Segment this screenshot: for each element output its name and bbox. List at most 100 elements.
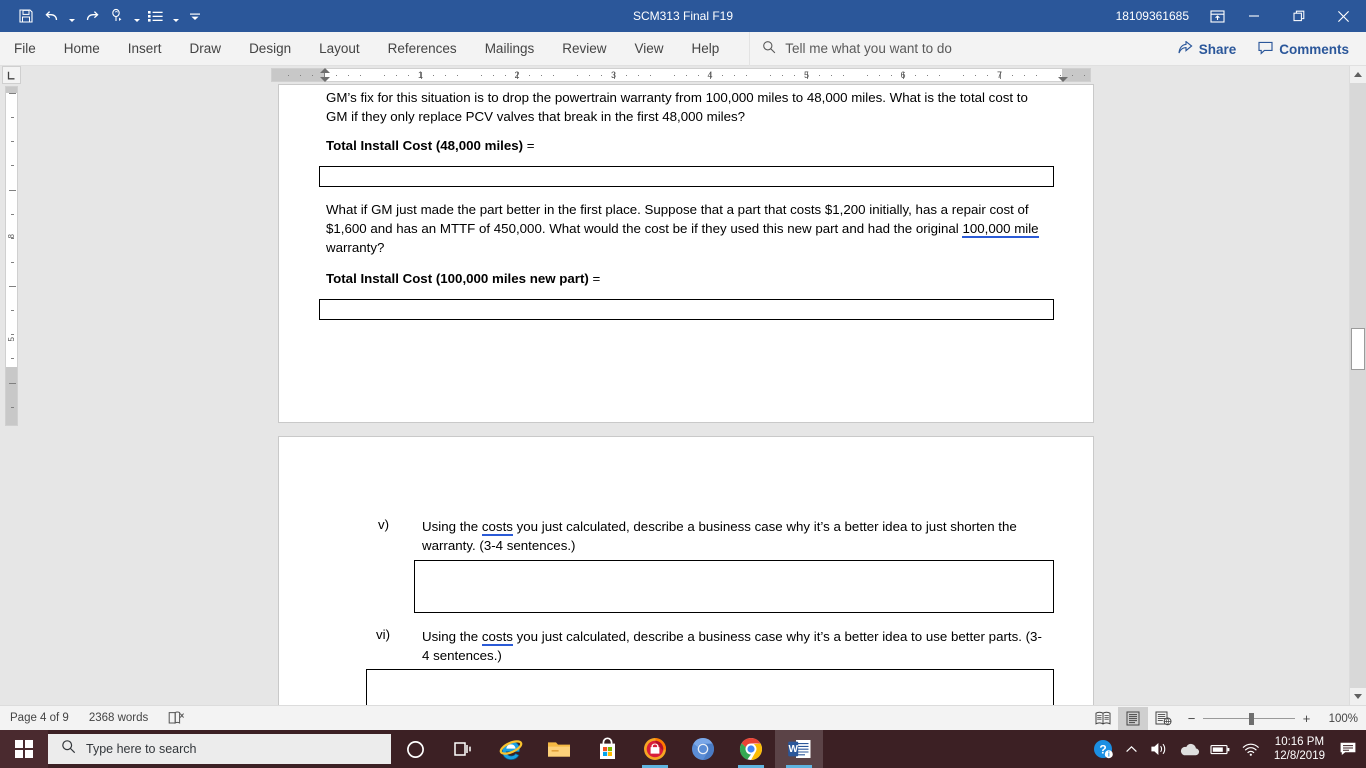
ruler-tick-minor [384,75,386,76]
right-indent-marker[interactable] [1058,77,1068,82]
cortana-icon[interactable] [391,730,439,768]
svg-text:W: W [788,744,798,755]
ruler-tick-minor [529,75,531,76]
ruler-tick-minor [890,75,892,76]
answer-box-48000-miles[interactable] [319,166,1054,187]
hanging-indent-marker[interactable] [320,77,330,82]
redo-button[interactable] [79,3,103,29]
wifi-icon[interactable] [1236,730,1265,768]
tab-references[interactable]: References [374,32,471,66]
bullets-button[interactable] [144,3,168,29]
answer-box-100000-miles-new-part[interactable] [319,299,1054,320]
google-chrome-icon[interactable] [727,730,775,768]
get-help-icon[interactable]: ? i [1087,730,1119,768]
comments-label: Comments [1279,41,1349,57]
tab-mailings[interactable]: Mailings [471,32,549,66]
microsoft-store-icon[interactable] [583,730,631,768]
scrollbar-track[interactable] [1350,83,1366,688]
comments-button[interactable]: Comments [1249,37,1358,61]
taskbar-clock[interactable]: 10:16 PM 12/8/2019 [1265,730,1334,768]
notifications-icon[interactable] [1334,730,1362,768]
taskbar-search-box[interactable]: Type here to search [48,734,391,764]
ribbon-display-options-icon[interactable] [1203,0,1231,32]
ruler-tick-minor [432,75,434,76]
onedrive-icon[interactable] [1174,730,1205,768]
tab-help[interactable]: Help [678,32,734,66]
ruler-number-3: 3 [610,70,617,80]
tab-design[interactable]: Design [235,32,305,66]
scroll-up-arrow-icon[interactable] [1350,66,1366,83]
save-button[interactable] [14,3,38,29]
read-mode-button[interactable] [1088,707,1118,730]
undo-dropdown-arrow[interactable] [66,3,77,29]
vertical-ruler-tick-minor [11,261,14,263]
zoom-level-label[interactable]: 100% [1324,713,1358,725]
word-count-status[interactable]: 2368 words [79,712,158,724]
volume-icon[interactable] [1145,730,1174,768]
horizontal-ruler[interactable]: 1 2 3 4 5 6 7 [271,68,1091,82]
ruler-tick-minor [625,75,627,76]
ruler-tick-minor [963,75,965,76]
minimize-button[interactable] [1231,0,1276,32]
question-vi-b: you just calculated, describe a business… [422,629,1042,663]
ruler-tick-minor [360,75,362,76]
web-layout-button[interactable] [1148,707,1178,730]
touch-mouse-mode-dropdown-arrow[interactable] [131,3,142,29]
document-page-4[interactable]: GM’s fix for this situation is to drop t… [278,84,1094,423]
ribbon-tab-bar: File Home Insert Draw Design Layout Refe… [0,31,1366,66]
tell-me-search[interactable]: Tell me what you want to do [749,31,952,66]
scrollbar-thumb[interactable] [1351,328,1365,370]
tab-file[interactable]: File [0,32,50,66]
chromium-icon[interactable] [679,730,727,768]
document-page-5[interactable]: v) Using the costs you just calculated, … [278,436,1094,705]
tab-home[interactable]: Home [50,32,114,66]
restore-button[interactable] [1276,0,1321,32]
internet-explorer-icon[interactable] [487,730,535,768]
tab-layout[interactable]: Layout [305,32,374,66]
page-number-status[interactable]: Page 4 of 9 [0,712,79,724]
tab-review[interactable]: Review [548,32,620,66]
customize-quick-access-toolbar-button[interactable] [183,3,207,29]
close-button[interactable] [1321,0,1366,32]
tab-insert[interactable]: Insert [114,32,176,66]
list-marker-vi: vi) [376,627,391,642]
tab-stop-selector-button[interactable] [2,66,21,84]
undo-button[interactable] [40,3,64,29]
zoom-in-button[interactable]: + [1301,711,1312,726]
tab-view[interactable]: View [620,32,677,66]
ruler-tick-minor [553,75,555,76]
word-icon[interactable]: W [775,730,823,768]
tab-draw[interactable]: Draw [176,32,236,66]
touch-mouse-mode-button[interactable] [105,3,129,29]
zoom-out-button[interactable]: − [1186,711,1197,726]
ruler-tick-minor [842,75,844,76]
vertical-ruler-tick-minor [11,310,14,312]
task-view-icon[interactable] [439,730,487,768]
print-layout-button[interactable] [1118,707,1148,730]
scroll-down-arrow-icon[interactable] [1350,688,1366,705]
battery-icon[interactable] [1205,730,1236,768]
ruler-tick-minor [492,75,494,76]
proofing-errors-icon[interactable] [158,709,195,728]
start-button[interactable] [0,730,48,768]
show-hidden-icons-chevron-up-icon[interactable] [1119,730,1145,768]
vertical-ruler[interactable]: 8 5 [5,86,18,426]
document-canvas[interactable]: GM’s fix for this situation is to drop t… [20,84,1346,705]
question-v-text: Using the costs you just calculated, des… [422,517,1022,555]
list-marker-v: v) [378,517,390,532]
zoom-slider-thumb[interactable] [1249,712,1254,725]
account-name[interactable]: 18109361685 [1116,9,1189,23]
ruler-tick-minor [299,75,301,76]
zoom-control[interactable]: − + 100% [1186,711,1358,726]
vertical-scrollbar[interactable] [1349,66,1366,705]
zoom-slider[interactable] [1203,712,1295,725]
share-button[interactable]: Share [1169,37,1246,61]
secure-browser-icon[interactable] [631,730,679,768]
ruler-number-7: 7 [996,70,1003,80]
answer-box-question-v[interactable] [414,560,1054,613]
bullets-dropdown-arrow[interactable] [170,3,181,29]
taskbar-app-list: W [391,730,823,768]
first-line-indent-marker[interactable] [320,68,330,73]
file-explorer-icon[interactable] [535,730,583,768]
answer-box-question-vi[interactable] [366,669,1054,705]
